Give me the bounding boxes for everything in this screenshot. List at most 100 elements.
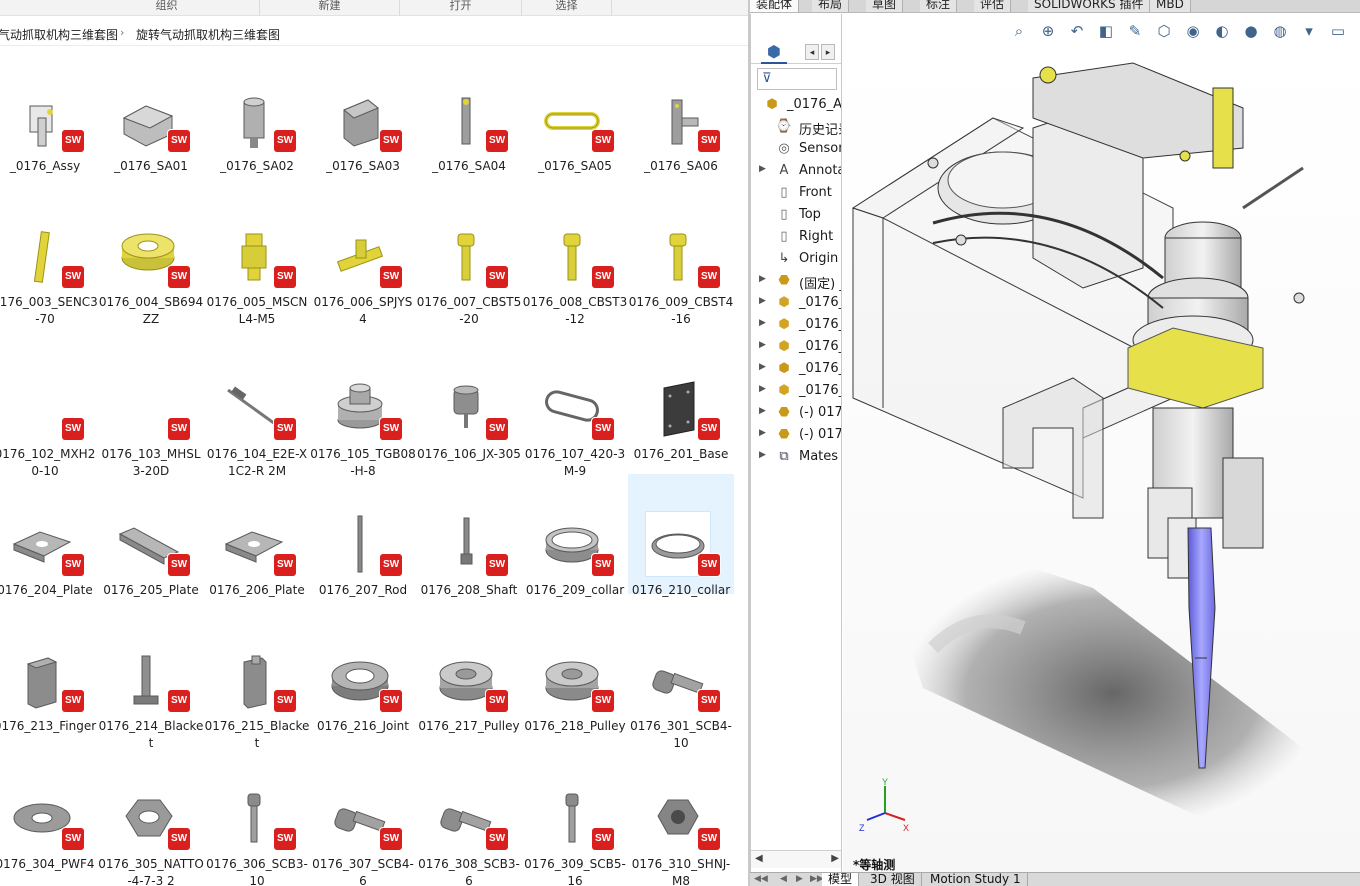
file-item[interactable]: SW 0176_003_SENC3-70 xyxy=(0,186,98,326)
file-item[interactable]: SW 0176_206_Plate xyxy=(204,474,310,597)
file-item[interactable]: SW 0176_204_Plate xyxy=(0,474,98,597)
zoom-to-fit-icon[interactable]: ⌕ xyxy=(1008,20,1030,42)
ribbon-group-organize[interactable]: 组织 xyxy=(74,0,260,16)
file-item[interactable]: SW 0176_307_SCB4-6 xyxy=(310,748,416,886)
tree-node[interactable]: ▯ Top xyxy=(751,204,841,226)
file-item[interactable]: SW 0176_217_Pulley xyxy=(416,610,522,733)
file-item[interactable]: SW _0176_SA02 xyxy=(204,50,310,173)
expand-arrow-icon[interactable]: ▶ xyxy=(759,274,766,284)
scroll-left-icon[interactable]: ◀ xyxy=(755,853,763,864)
tree-node[interactable]: ↳ Origin xyxy=(751,248,841,270)
breadcrumb-current-folder[interactable]: 旋转气动抓取机构三维套图 xyxy=(136,26,280,43)
view-settings-icon[interactable]: ▾ xyxy=(1298,20,1320,42)
file-item[interactable]: SW 0176_209_collar xyxy=(522,474,628,597)
expand-arrow-icon[interactable]: ▶ xyxy=(759,296,766,306)
breadcrumb-parent-folder[interactable]: 气动抓取机构三维套图 xyxy=(0,26,118,43)
tree-node[interactable]: ▯ Front xyxy=(751,182,841,204)
tab-3d-views[interactable]: 3D 视图 xyxy=(864,873,922,886)
expand-arrow-icon[interactable]: ▶ xyxy=(759,362,766,372)
file-item[interactable]: SW 0176_107_420-3M-9 xyxy=(522,338,628,478)
file-item[interactable]: SW 0176_106_JX-305 xyxy=(416,338,522,461)
expand-arrow-icon[interactable]: ▶ xyxy=(759,340,766,350)
tab-assembly[interactable]: 装配体 xyxy=(750,0,800,12)
tree-node[interactable]: ◎ Sensors xyxy=(751,138,841,160)
chevron-right-icon[interactable]: › xyxy=(120,26,124,39)
file-item[interactable]: SW 0176_205_Plate xyxy=(98,474,204,597)
tree-node[interactable]: ▶ ⬢ _0176_SA03 xyxy=(751,336,841,358)
tab-scroll-right-icon[interactable]: ▸ xyxy=(821,44,835,60)
tree-node[interactable]: ▶ ⬣ (-) 0176 xyxy=(751,402,841,424)
previous-view-icon[interactable]: ↶ xyxy=(1066,20,1088,42)
tree-node[interactable]: ▶ ⧉ Mates xyxy=(751,446,841,468)
file-item[interactable]: SW 0176_304_PWF4 xyxy=(0,748,98,871)
tab-layout[interactable]: 布局 xyxy=(812,0,850,12)
hide-show-icon[interactable]: ◐ xyxy=(1211,20,1233,42)
display-style-icon[interactable]: ◉ xyxy=(1182,20,1204,42)
file-item[interactable]: SW 0176_009_CBST4-16 xyxy=(628,186,734,326)
file-item[interactable]: SW 0176_008_CBST3-12 xyxy=(522,186,628,326)
view-orientation-icon[interactable]: ⬡ xyxy=(1153,20,1175,42)
monitor-icon[interactable]: ▭ xyxy=(1327,20,1349,42)
file-item[interactable]: SW 0176_201_Base xyxy=(628,338,734,461)
file-item[interactable]: SW 0176_105_TGB08-H-8 xyxy=(310,338,416,478)
ribbon-group-new[interactable]: 新建 xyxy=(260,0,400,16)
file-item[interactable]: SW _0176_SA01 xyxy=(98,50,204,173)
file-item[interactable]: SW _0176_SA05 xyxy=(522,50,628,173)
section-view-icon[interactable]: ◧ xyxy=(1095,20,1117,42)
graphics-area[interactable]: X Y Z *等轴测 xyxy=(843,48,1360,872)
tab-evaluate[interactable]: 评估 xyxy=(974,0,1012,12)
file-item[interactable]: SW 0176_216_Joint xyxy=(310,610,416,733)
scene-icon[interactable]: ◍ xyxy=(1269,20,1291,42)
expand-arrow-icon[interactable]: ▶ xyxy=(759,406,766,416)
tree-node[interactable]: ▶ ⬣ (固定) _ xyxy=(751,270,841,292)
expand-arrow-icon[interactable]: ▶ xyxy=(759,428,766,438)
file-item[interactable]: SW _0176_SA03 xyxy=(310,50,416,173)
expand-arrow-icon[interactable]: ▶ xyxy=(759,318,766,328)
tree-node[interactable]: ▯ Right xyxy=(751,226,841,248)
file-item[interactable]: SW 0176_103_MHSL3-20D xyxy=(98,338,204,478)
expand-arrow-icon[interactable]: ▶ xyxy=(759,450,766,460)
tree-node[interactable]: ▶ A Annotations xyxy=(751,160,841,182)
zoom-area-icon[interactable]: ⊕ xyxy=(1037,20,1059,42)
edit-appearance-icon[interactable]: ● xyxy=(1240,20,1262,42)
file-item[interactable]: SW 0176_215_Blacket xyxy=(204,610,310,750)
nav-first-icon[interactable]: ◀◀ xyxy=(754,874,768,884)
tree-node[interactable]: ▶ ⬢ _0176_SA04 xyxy=(751,358,841,380)
file-item[interactable]: SW _0176_SA04 xyxy=(416,50,522,173)
tab-motion-study[interactable]: Motion Study 1 xyxy=(924,873,1028,886)
tree-filter-input[interactable]: ⊽ xyxy=(757,68,837,90)
ribbon-group-select[interactable]: 选择 xyxy=(522,0,612,16)
expand-arrow-icon[interactable]: ▶ xyxy=(759,384,766,394)
file-item[interactable]: SW 0176_305_NATTO-4-7-3 2 xyxy=(98,748,204,886)
tree-node[interactable]: ▶ ⬢ _0176_SA01 xyxy=(751,292,841,314)
file-item[interactable]: SW 0176_309_SCB5-16 xyxy=(522,748,628,886)
file-item[interactable]: SW 0176_218_Pulley xyxy=(522,610,628,733)
expand-arrow-icon[interactable]: ▶ xyxy=(759,164,766,174)
file-item[interactable]: SW 0176_208_Shaft xyxy=(416,474,522,597)
file-item[interactable]: SW 0176_214_Blacket xyxy=(98,610,204,750)
scroll-right-icon[interactable]: ▶ xyxy=(831,853,839,864)
file-item[interactable]: SW 0176_210_collar xyxy=(628,474,734,597)
file-item[interactable]: SW 0176_104_E2E-X1C2-R 2M xyxy=(204,338,310,478)
file-item[interactable]: SW _0176_Assy xyxy=(0,50,98,173)
tab-model[interactable]: 模型 xyxy=(822,873,860,886)
file-item[interactable]: SW 0176_102_MXH20-10 xyxy=(0,338,98,478)
assembly-model-render[interactable] xyxy=(843,48,1360,872)
feature-manager-tab-icon[interactable]: ⬢ xyxy=(761,40,787,64)
tree-node[interactable]: ▶ ⬢ _0176_SA02 xyxy=(751,314,841,336)
tab-solidworks-addins[interactable]: SOLIDWORKS 插件 xyxy=(1028,0,1151,12)
tree-node[interactable]: ⌚ 历史记录 xyxy=(751,116,841,138)
tree-node[interactable]: ⬢ _0176_Assy xyxy=(751,94,841,116)
file-item[interactable]: SW 0176_004_SB694ZZ xyxy=(98,186,204,326)
file-item[interactable]: SW 0176_301_SCB4-10 xyxy=(628,610,734,750)
file-item[interactable]: SW 0176_007_CBST5-20 xyxy=(416,186,522,326)
tab-markup[interactable]: 标注 xyxy=(920,0,958,12)
file-item[interactable]: SW 0176_213_Finger xyxy=(0,610,98,733)
nav-prev-icon[interactable]: ◀ xyxy=(780,874,787,884)
file-item[interactable]: SW _0176_SA06 xyxy=(628,50,734,173)
tab-mbd[interactable]: MBD xyxy=(1150,0,1191,12)
tree-horizontal-scrollbar[interactable]: ◀ ▶ xyxy=(751,850,841,868)
file-item[interactable]: SW 0176_207_Rod xyxy=(310,474,416,597)
file-item[interactable]: SW 0176_310_SHNJ-M8 xyxy=(628,748,734,886)
nav-next-icon[interactable]: ▶ xyxy=(796,874,803,884)
